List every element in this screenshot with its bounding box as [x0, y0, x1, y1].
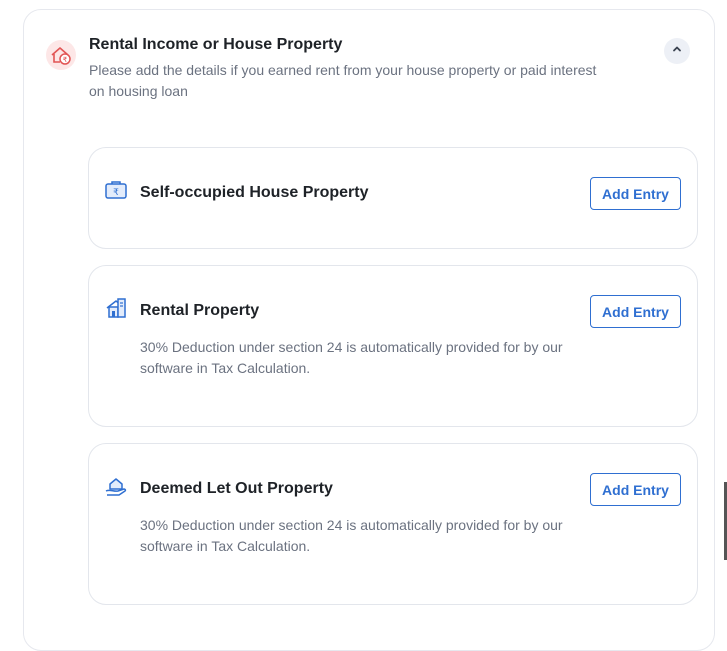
section-subtitle: Please add the details if you earned ren…	[89, 62, 597, 99]
add-entry-button[interactable]: Add Entry	[590, 473, 681, 506]
add-entry-button[interactable]: Add Entry	[590, 177, 681, 210]
rental-income-section: ₹ Rental Income or House Property Please…	[23, 9, 715, 651]
rupee-briefcase-icon: ₹	[104, 178, 128, 202]
svg-text:₹: ₹	[113, 188, 119, 198]
building-icon	[104, 296, 128, 320]
collapse-button[interactable]	[664, 38, 690, 64]
add-entry-button[interactable]: Add Entry	[590, 295, 681, 328]
card-title: Self-occupied House Property	[140, 184, 369, 201]
card-title: Deemed Let Out Property	[140, 480, 333, 497]
hand-house-icon	[104, 474, 128, 498]
card-title: Rental Property	[140, 302, 260, 319]
svg-text:₹: ₹	[63, 56, 68, 64]
card-description: 30% Deduction under section 24 is automa…	[140, 339, 563, 376]
section-title: Rental Income or House Property	[89, 36, 343, 53]
card-rental-property: Rental Property 30% Deduction under sect…	[88, 265, 698, 427]
card-deemed-let-out: Deemed Let Out Property 30% Deduction un…	[88, 443, 698, 605]
card-description: 30% Deduction under section 24 is automa…	[140, 517, 563, 554]
card-self-occupied: ₹ Self-occupied House Property Add Entry	[88, 147, 698, 249]
chevron-up-icon	[671, 42, 683, 60]
house-rupee-icon: ₹	[46, 40, 76, 70]
